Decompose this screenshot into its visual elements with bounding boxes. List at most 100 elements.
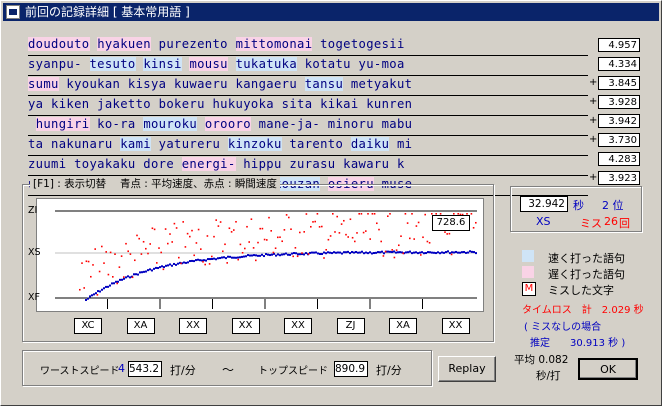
line-score: 3.928 bbox=[598, 95, 640, 109]
slow-swatch bbox=[522, 266, 534, 278]
replay-button[interactable]: Replay bbox=[438, 356, 496, 382]
average-speed-point bbox=[473, 251, 475, 254]
average-speed-point bbox=[421, 251, 423, 254]
average-speed-point bbox=[221, 256, 223, 259]
instant-speed-point bbox=[239, 243, 242, 246]
title-bar[interactable]: 前回の記録詳細 [ 基本常用語 ] bbox=[3, 3, 659, 21]
slow-word: mittomonai bbox=[235, 37, 313, 51]
average-speed-point bbox=[387, 250, 389, 253]
instant-speed-point bbox=[362, 231, 365, 234]
instant-speed-point bbox=[321, 225, 323, 228]
line-score: 3.845 bbox=[598, 76, 640, 90]
instant-speed-point bbox=[138, 237, 140, 240]
instant-speed-point bbox=[145, 247, 147, 250]
instant-speed-point bbox=[316, 213, 319, 215]
instant-speed-point bbox=[384, 250, 387, 253]
instant-speed-point bbox=[310, 225, 312, 228]
average-speed-point bbox=[213, 257, 215, 260]
average-speed-point bbox=[437, 251, 439, 254]
instant-speed-point bbox=[147, 252, 149, 255]
average-speed-point bbox=[379, 251, 381, 254]
average-speed-point bbox=[321, 252, 323, 255]
slow-word: energi- bbox=[181, 157, 236, 171]
average-speed-point bbox=[211, 257, 213, 260]
instant-speed-point bbox=[211, 255, 213, 258]
instant-speed-point bbox=[301, 252, 303, 254]
average-speed-point bbox=[433, 251, 435, 254]
instant-speed-point bbox=[305, 213, 308, 215]
average-speed-point bbox=[349, 252, 351, 255]
slow-word: sumu bbox=[28, 77, 59, 91]
average-speed-point bbox=[415, 251, 417, 254]
instant-speed-point bbox=[206, 235, 209, 237]
instant-speed-point bbox=[277, 236, 279, 239]
instant-speed-point bbox=[296, 255, 299, 258]
instant-speed-point bbox=[303, 231, 305, 233]
average-speed-point bbox=[229, 255, 231, 258]
graph-category: XX bbox=[231, 318, 260, 334]
average-speed-point bbox=[89, 295, 91, 298]
instant-speed-point bbox=[103, 262, 105, 264]
instant-speed-point bbox=[420, 254, 422, 256]
average-speed-point bbox=[397, 251, 399, 254]
time-value: 32.942 bbox=[520, 196, 568, 212]
average-speed-point bbox=[175, 263, 177, 266]
instant-speed-point bbox=[351, 236, 354, 239]
instant-speed-point bbox=[450, 253, 453, 256]
average-unit: 秒/打 bbox=[536, 370, 561, 382]
instant-speed-point bbox=[428, 241, 431, 244]
instant-speed-point bbox=[395, 249, 398, 251]
average-speed-point bbox=[305, 252, 307, 255]
instant-speed-point bbox=[446, 233, 448, 235]
instant-speed-point bbox=[250, 218, 253, 220]
graph-current-value: 728.6 bbox=[432, 215, 470, 231]
instant-speed-point bbox=[204, 263, 206, 266]
typed-line: doudouto hyakuen purezento mittomonai to… bbox=[28, 36, 588, 56]
instant-speed-point bbox=[101, 245, 103, 248]
average-speed-point bbox=[383, 252, 385, 255]
app-icon bbox=[6, 5, 20, 19]
instant-speed-point bbox=[283, 229, 286, 231]
instant-speed-point bbox=[279, 236, 281, 239]
instant-speed-point bbox=[424, 213, 426, 216]
average-speed-point bbox=[325, 252, 327, 255]
typed-text-area: doudouto hyakuen purezento mittomonai to… bbox=[28, 36, 588, 196]
line-score: 3.923 bbox=[598, 171, 640, 185]
instant-speed-point bbox=[197, 228, 200, 231]
instant-speed-point bbox=[380, 240, 382, 243]
instant-speed-point bbox=[116, 282, 118, 285]
instant-speed-point bbox=[224, 243, 226, 246]
average-speed-point bbox=[153, 267, 155, 270]
average-speed-point bbox=[331, 252, 333, 255]
average-speed-point bbox=[381, 250, 383, 253]
top-speed-label: トップスピード bbox=[258, 366, 328, 377]
average-speed-point bbox=[121, 278, 123, 281]
instant-speed-point bbox=[327, 238, 330, 241]
average-speed-point bbox=[371, 252, 373, 255]
instant-speed-point bbox=[167, 242, 169, 245]
average-speed-point bbox=[87, 297, 89, 300]
word-text bbox=[28, 117, 36, 131]
average-speed-point bbox=[355, 250, 357, 253]
instant-speed-point bbox=[387, 215, 389, 218]
average-speed-point bbox=[139, 271, 141, 274]
instant-speed-point bbox=[118, 266, 121, 268]
instant-speed-point bbox=[470, 213, 473, 215]
instant-speed-point bbox=[189, 235, 191, 238]
top-speed-unit: 打/分 bbox=[376, 364, 402, 377]
instant-speed-point bbox=[274, 247, 277, 250]
fast-swatch bbox=[522, 250, 534, 262]
average-speed-point bbox=[267, 253, 269, 256]
word-text: yatureru bbox=[151, 137, 228, 151]
average-speed-point bbox=[223, 256, 225, 259]
word-text: kotatu yu-moa bbox=[297, 57, 405, 71]
average-speed-point bbox=[225, 257, 227, 260]
instant-speed-point bbox=[318, 226, 321, 228]
ok-button[interactable]: OK bbox=[578, 358, 638, 380]
word-text: purezento bbox=[151, 37, 236, 51]
average-speed-point bbox=[431, 251, 433, 254]
word-text: zuumi toyakaku dore bbox=[28, 157, 182, 171]
timeloss-note: ( ミスなしの場合 bbox=[524, 322, 602, 333]
average-speed-point bbox=[127, 275, 129, 278]
graph-category: ZJ bbox=[336, 318, 365, 334]
